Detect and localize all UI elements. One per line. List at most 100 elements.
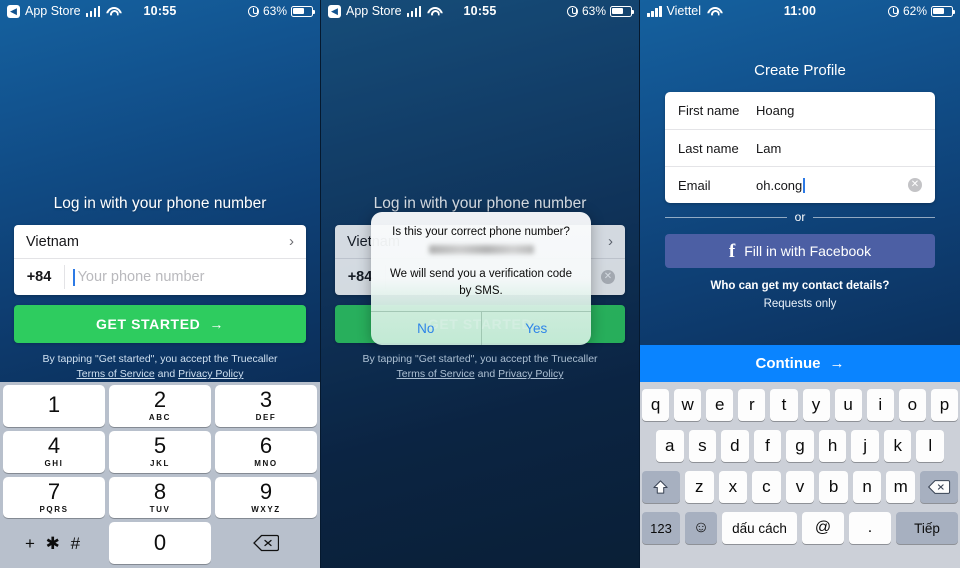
- field-email[interactable]: Email oh.cong ✕: [665, 166, 935, 203]
- key-j[interactable]: j: [851, 430, 879, 462]
- key-digit: 2: [153, 387, 167, 413]
- key-digit: 1: [47, 391, 61, 417]
- key-y[interactable]: y: [802, 389, 830, 421]
- dialog-yes-button[interactable]: Yes: [480, 312, 592, 346]
- divider-line-right: [813, 216, 936, 218]
- key-g[interactable]: g: [786, 430, 814, 462]
- key-e[interactable]: e: [706, 389, 734, 421]
- key-s[interactable]: s: [688, 430, 717, 462]
- key-u[interactable]: u: [834, 389, 862, 421]
- phone-input[interactable]: Your phone number: [64, 265, 306, 289]
- key-q[interactable]: q: [642, 389, 670, 421]
- key-l[interactable]: l: [916, 430, 945, 462]
- key-x[interactable]: x: [718, 471, 748, 503]
- keypad-key-2[interactable]: 2 ABC: [109, 385, 211, 427]
- key-k[interactable]: k: [883, 430, 912, 462]
- clear-field-icon[interactable]: ✕: [908, 178, 922, 192]
- backspace-icon: [253, 534, 280, 552]
- key-f[interactable]: f: [753, 430, 782, 462]
- continue-label: Continue: [755, 355, 821, 372]
- keypad-key-7[interactable]: 7 PQRS: [3, 476, 105, 519]
- key-letters: WXYZ: [251, 504, 281, 514]
- keypad-key-8[interactable]: 8 TUV: [109, 476, 211, 519]
- privacy-policy-link[interactable]: Privacy Policy: [178, 368, 243, 380]
- keypad-row: + ✱ # 0: [3, 522, 317, 564]
- signal-bars-icon: [647, 5, 662, 17]
- continue-button[interactable]: Continue →: [640, 345, 960, 382]
- field-value-wrap: oh.cong: [756, 177, 908, 193]
- keypad-key-5[interactable]: 5 JKL: [109, 430, 211, 473]
- key-z[interactable]: z: [684, 471, 714, 503]
- keypad-row: 1 2 ABC 3 DEF: [3, 385, 317, 427]
- key-h[interactable]: h: [818, 430, 847, 462]
- field-value: oh.cong: [756, 177, 803, 193]
- field-label: First name: [678, 103, 740, 118]
- key-digit: 6: [259, 433, 273, 459]
- key-d[interactable]: d: [721, 430, 749, 462]
- orientation-lock-icon: [247, 5, 259, 17]
- battery-icon: [291, 5, 316, 17]
- key-m[interactable]: m: [886, 471, 916, 503]
- keypad-key-1[interactable]: 1: [3, 385, 105, 427]
- field-value: Hoang: [756, 103, 795, 118]
- phone-input-card: Vietnam › +84 Your phone number: [14, 225, 306, 295]
- chevron-left-icon[interactable]: ◀: [7, 4, 20, 18]
- key-a[interactable]: a: [655, 430, 684, 462]
- key-digit: 5: [153, 433, 167, 459]
- facebook-button-label: Fill in with Facebook: [744, 243, 872, 259]
- get-started-label: GET STARTED: [96, 316, 201, 332]
- dialog-no-button[interactable]: No: [371, 312, 481, 345]
- panel-create-profile: Viettel 11:00 62% Create Profile First n…: [640, 0, 960, 568]
- keypad-key-3[interactable]: 3 DEF: [215, 385, 317, 427]
- key-letters: ABC: [148, 413, 172, 423]
- numbers-key[interactable]: 123: [642, 512, 680, 544]
- emoji-icon[interactable]: ☺: [685, 512, 717, 544]
- dot-key[interactable]: .: [849, 512, 891, 544]
- terms-of-service-link[interactable]: Terms of Service: [77, 368, 155, 380]
- status-bar: Viettel 11:00 62%: [640, 0, 960, 22]
- key-c[interactable]: c: [752, 471, 781, 503]
- keypad-key-0[interactable]: 0: [109, 522, 211, 564]
- key-n[interactable]: n: [852, 471, 882, 503]
- key-r[interactable]: r: [738, 389, 766, 421]
- battery-percent: 63%: [262, 4, 288, 18]
- keypad-key-delete[interactable]: [215, 522, 317, 564]
- legal-text: By tapping "Get started", you accept the…: [14, 352, 306, 382]
- keypad-key-9[interactable]: 9 WXYZ: [215, 476, 317, 519]
- contact-details-question[interactable]: Who can get my contact details?: [640, 280, 960, 292]
- key-digit: 3: [259, 387, 273, 413]
- key-o[interactable]: o: [898, 389, 926, 421]
- confirm-phone-dialog: Is this your correct phone number? We wi…: [371, 212, 592, 346]
- key-v[interactable]: v: [785, 471, 815, 503]
- arrow-right-icon: →: [209, 316, 224, 332]
- dialog-question: Is this your correct phone number?: [392, 226, 570, 238]
- next-key[interactable]: Tiếp: [896, 512, 958, 544]
- backspace-icon[interactable]: [920, 471, 959, 503]
- phone-row: +84 Your phone number: [14, 259, 306, 295]
- at-key[interactable]: @: [802, 512, 844, 544]
- country-selector[interactable]: Vietnam ›: [14, 225, 306, 259]
- get-started-button[interactable]: GET STARTED →: [14, 305, 306, 343]
- key-w[interactable]: w: [674, 389, 702, 421]
- screenshot-triptych: ◀ App Store 10:55 63% Log in with your p…: [0, 0, 960, 568]
- country-value: Vietnam: [26, 233, 79, 250]
- status-back-label[interactable]: App Store: [25, 4, 81, 18]
- keypad-key-4[interactable]: 4 GHI: [3, 430, 105, 473]
- shift-icon[interactable]: [641, 471, 680, 503]
- key-b[interactable]: b: [819, 471, 848, 503]
- keypad-key-6[interactable]: 6 MNO: [215, 430, 317, 473]
- key-letters: JKL: [150, 459, 170, 469]
- space-key[interactable]: dấu cách: [722, 512, 797, 544]
- key-p[interactable]: p: [930, 389, 958, 421]
- key-i[interactable]: i: [866, 389, 894, 421]
- redacted-phone-number: [428, 245, 534, 254]
- fill-with-facebook-button[interactable]: f Fill in with Facebook: [665, 234, 935, 268]
- field-value: Lam: [756, 140, 782, 156]
- key-t[interactable]: t: [770, 389, 798, 421]
- field-first-name[interactable]: First name Hoang: [665, 92, 935, 129]
- field-last-name[interactable]: Last name Lam: [665, 129, 935, 166]
- login-form: Log in with your phone number Vietnam › …: [0, 195, 320, 382]
- status-time: 10:55: [143, 4, 177, 18]
- keypad-row: 4 GHI 5 JKL 6 MNO: [3, 430, 317, 473]
- keypad-key-symbols[interactable]: + ✱ #: [3, 522, 105, 564]
